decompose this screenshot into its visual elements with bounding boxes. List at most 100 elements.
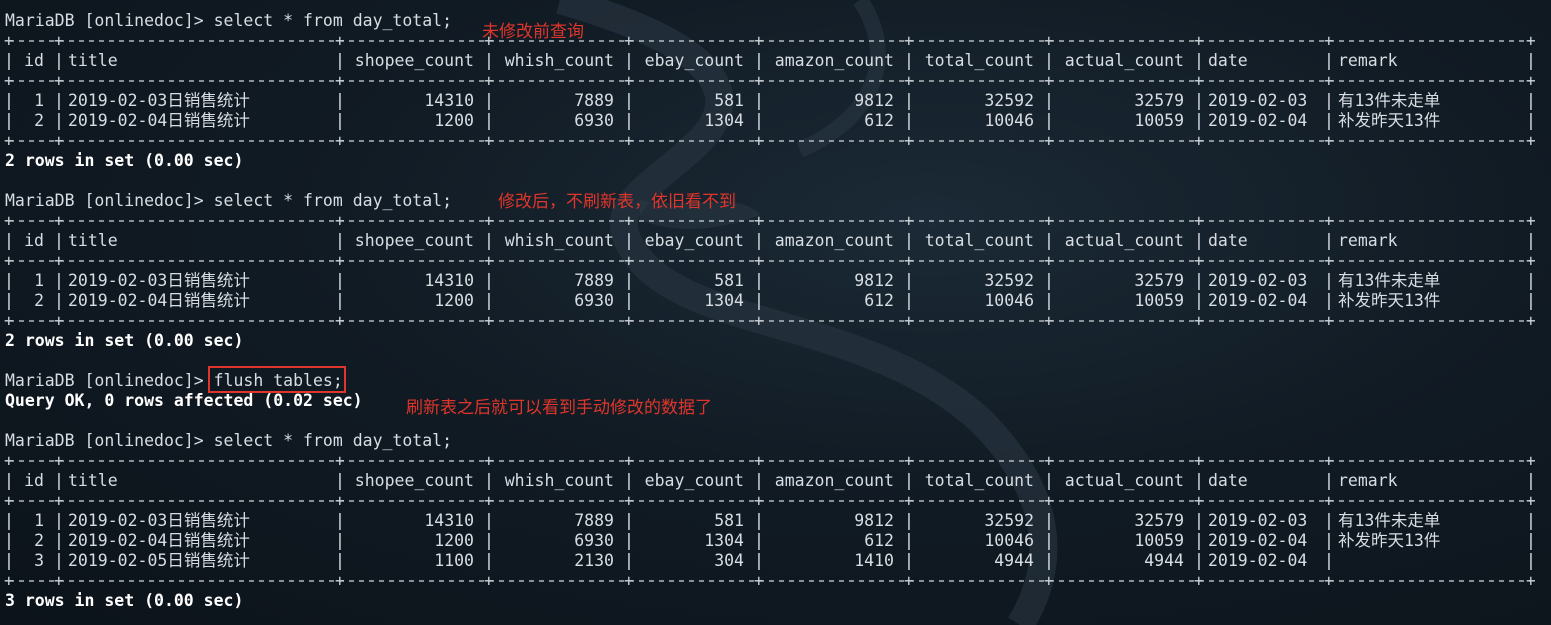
- table-cell: 2019-02-03: [1208, 271, 1308, 290]
- svg-text:+: +: [1526, 451, 1536, 470]
- table-cell: 2019-02-03日销售统计: [68, 511, 250, 530]
- rows-footer-2: 2 rows in set (0.00 sec): [5, 331, 244, 350]
- column-header: title: [68, 51, 118, 70]
- column-separator: |: [1324, 271, 1334, 290]
- rows-footer-1: 2 rows in set (0.00 sec): [5, 151, 244, 170]
- svg-text:+: +: [54, 211, 64, 230]
- table-cell: 2019-02-04日销售统计: [68, 291, 250, 310]
- column-separator: |: [484, 511, 494, 530]
- svg-text:+: +: [904, 571, 914, 590]
- table-cell: 有13件未走单: [1338, 511, 1441, 530]
- column-separator: |: [1526, 271, 1536, 290]
- column-separator: |: [1044, 511, 1054, 530]
- table-border: + + + + + + + + + + +: [0, 451, 1551, 471]
- table-cell: 9812: [854, 271, 894, 290]
- column-separator: |: [54, 51, 64, 70]
- table-header: | | | | | | | | | | | id title shopee_count whish_coun…: [0, 471, 1551, 491]
- svg-text:+: +: [335, 71, 345, 90]
- column-separator: |: [1044, 231, 1054, 250]
- table-cell: 2019-02-05日销售统计: [68, 551, 250, 570]
- table-cell: 4944: [1144, 551, 1184, 570]
- svg-text:+: +: [904, 451, 914, 470]
- svg-text:+: +: [1044, 451, 1054, 470]
- table-cell: 2019-02-04: [1208, 291, 1308, 310]
- svg-text:+: +: [1044, 71, 1054, 90]
- column-separator: |: [335, 531, 345, 550]
- column-separator: |: [1324, 231, 1334, 250]
- svg-text:+: +: [1526, 71, 1536, 90]
- column-header: actual_count: [1064, 471, 1184, 490]
- column-header: id: [24, 51, 44, 70]
- column-separator: |: [754, 91, 764, 110]
- table-cell: 2: [34, 531, 44, 550]
- table-cell: 10046: [984, 291, 1034, 310]
- table-cell: 有13件未走单: [1338, 271, 1441, 290]
- column-header: remark: [1338, 231, 1398, 250]
- svg-text:+: +: [1324, 251, 1334, 270]
- table-cell: 7889: [574, 91, 614, 110]
- svg-text:+: +: [904, 31, 914, 50]
- svg-text:+: +: [754, 451, 764, 470]
- svg-text:+: +: [1194, 571, 1204, 590]
- terminal-window[interactable]: MariaDB [onlinedoc]> select * from day_t…: [0, 0, 1551, 625]
- column-separator: |: [4, 291, 14, 310]
- column-separator: |: [484, 531, 494, 550]
- table-cell: 2019-02-03日销售统计: [68, 271, 250, 290]
- prompt: MariaDB [onlinedoc]>: [5, 11, 214, 30]
- column-separator: |: [1194, 511, 1204, 530]
- table-cell: 32579: [1134, 271, 1184, 290]
- svg-text:+: +: [624, 251, 634, 270]
- column-separator: |: [335, 511, 345, 530]
- column-header: ebay_count: [644, 471, 744, 490]
- svg-text:+: +: [4, 311, 14, 330]
- svg-text:+: +: [484, 31, 494, 50]
- table-cell: 14310: [424, 271, 474, 290]
- column-separator: |: [484, 51, 494, 70]
- column-separator: |: [1324, 91, 1334, 110]
- table-cell: 有13件未走单: [1338, 91, 1441, 110]
- column-separator: |: [54, 271, 64, 290]
- table-cell: 2019-02-03: [1208, 511, 1308, 530]
- table-cell: 612: [864, 291, 894, 310]
- column-separator: |: [904, 291, 914, 310]
- svg-text:+: +: [54, 311, 64, 330]
- column-separator: |: [4, 471, 14, 490]
- table-row: | | | | | | | | | | | 3 2019-02-05日销售统计 1100 2130 304 14…: [0, 551, 1551, 571]
- column-header: date: [1208, 471, 1248, 490]
- column-separator: |: [335, 51, 345, 70]
- table-cell: 1: [34, 271, 44, 290]
- table-cell: 304: [714, 551, 744, 570]
- table-cell: 6930: [574, 111, 614, 130]
- table-cell: 2: [34, 111, 44, 130]
- table-cell: 2019-02-04日销售统计: [68, 111, 250, 130]
- table-header: | | | | | | | | | | | id title shopee_count whish_coun…: [0, 51, 1551, 71]
- svg-text:+: +: [335, 251, 345, 270]
- table-cell: 3: [34, 551, 44, 570]
- column-separator: |: [54, 111, 64, 130]
- column-header: remark: [1338, 471, 1398, 490]
- column-separator: |: [484, 271, 494, 290]
- table-row: | | | | | | | | | | | 2 2019-02-04日销售统计 1200 6930 1304 6…: [0, 531, 1551, 551]
- column-separator: |: [754, 231, 764, 250]
- column-header: id: [24, 471, 44, 490]
- table-cell: 1100: [434, 551, 474, 570]
- column-separator: |: [4, 531, 14, 550]
- column-separator: |: [904, 231, 914, 250]
- svg-text:+: +: [1194, 71, 1204, 90]
- sql-command: select * from day_total;: [213, 11, 453, 30]
- column-separator: |: [54, 471, 64, 490]
- table-cell: 9812: [854, 91, 894, 110]
- sql-command: select * from day_total;: [213, 431, 453, 450]
- column-separator: |: [1044, 531, 1054, 550]
- svg-text:+: +: [484, 571, 494, 590]
- table-cell: 2019-02-03日销售统计: [68, 91, 250, 110]
- column-separator: |: [484, 111, 494, 130]
- table-cell: 10059: [1134, 531, 1184, 550]
- command-line-2: MariaDB [onlinedoc]> select * from day_t…: [5, 191, 452, 211]
- svg-text:+: +: [1044, 131, 1054, 150]
- column-separator: |: [754, 111, 764, 130]
- column-separator: |: [1526, 111, 1536, 130]
- svg-text:+: +: [624, 71, 634, 90]
- column-header: amazon_count: [774, 471, 894, 490]
- column-header: title: [68, 231, 118, 250]
